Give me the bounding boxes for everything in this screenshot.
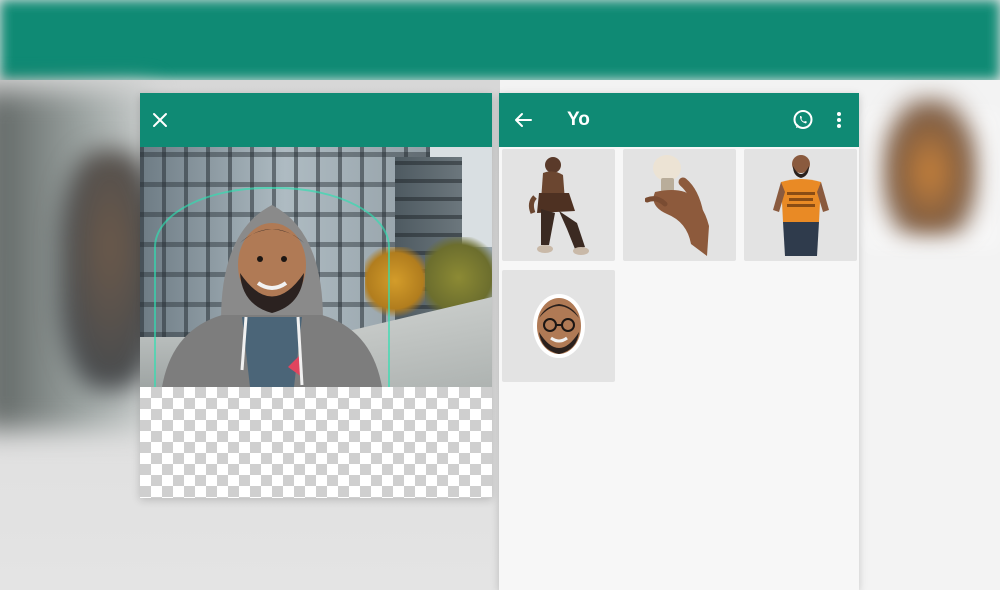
more-vert-icon: [837, 112, 841, 128]
person-cutout: [162, 205, 382, 387]
whatsapp-icon: [793, 110, 813, 129]
sticker-tile[interactable]: [502, 270, 615, 382]
editor-appbar: [140, 93, 492, 147]
source-photo[interactable]: [140, 147, 492, 387]
sticker-grid: [499, 147, 859, 382]
sticker-hand-lightbulb: [644, 155, 709, 256]
sticker-pack-panel: Yo: [499, 93, 859, 590]
transparent-area: [140, 387, 492, 498]
sticker-man-sitting: [528, 157, 589, 255]
sticker-tile[interactable]: [744, 149, 857, 261]
close-button[interactable]: [140, 100, 180, 140]
cutout-editor-panel: [140, 93, 492, 498]
add-to-whatsapp-button[interactable]: [783, 100, 823, 140]
arrow-back-icon: [515, 113, 532, 127]
sticker-face: [532, 294, 585, 358]
sticker-man-orange-shirt: [772, 155, 829, 256]
more-options-button[interactable]: [819, 100, 859, 140]
pack-appbar: Yo: [499, 93, 859, 147]
sticker-tile[interactable]: [502, 149, 615, 261]
back-button[interactable]: [503, 100, 543, 140]
close-icon: [153, 113, 167, 127]
sticker-tile[interactable]: [623, 149, 736, 261]
pack-title: Yo: [567, 109, 590, 130]
background-right-sticker: [880, 95, 980, 235]
background-toolbar: [0, 0, 1000, 80]
